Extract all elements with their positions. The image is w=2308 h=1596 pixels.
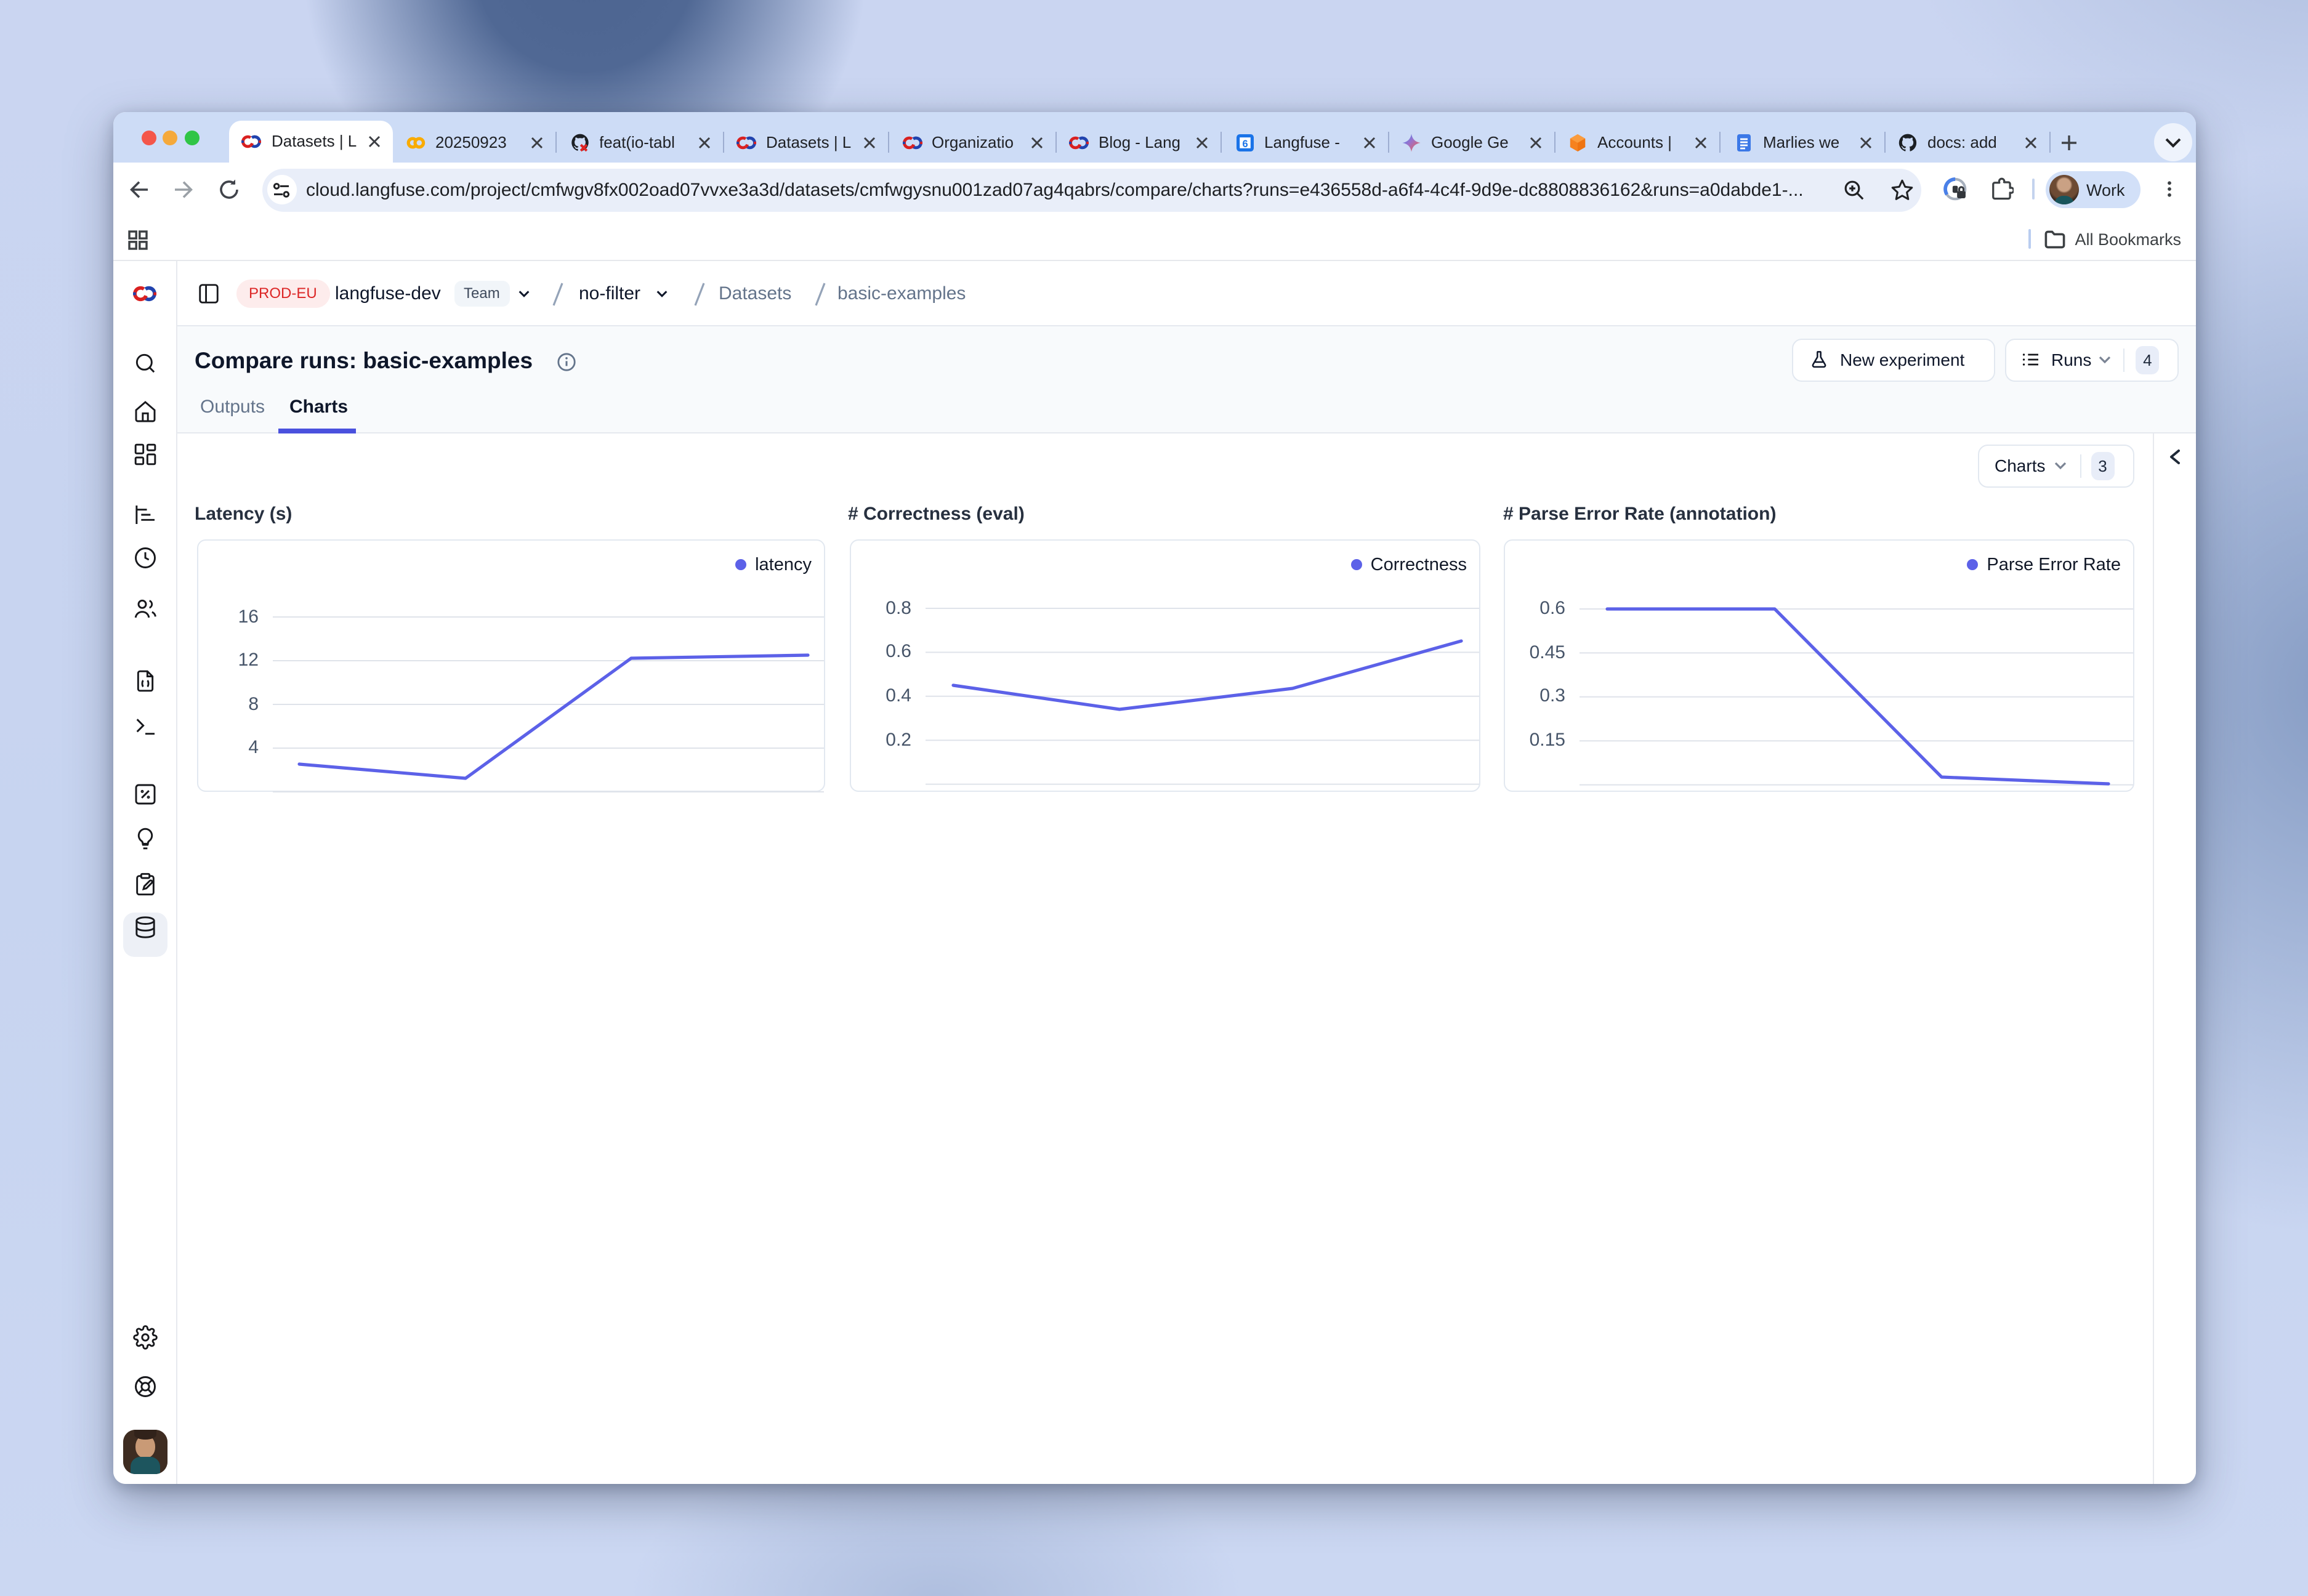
svg-text:6: 6: [1241, 138, 1247, 149]
